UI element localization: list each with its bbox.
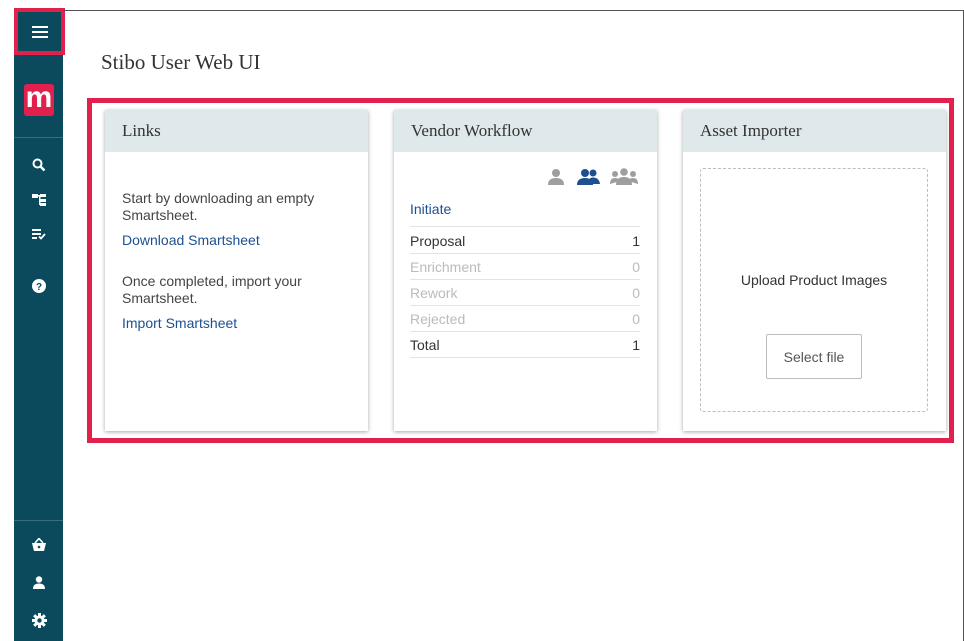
frame-border-top bbox=[63, 10, 964, 11]
asset-importer-card: Asset Importer Upload Product Images Sel… bbox=[683, 110, 946, 431]
upload-label: Upload Product Images bbox=[740, 272, 888, 288]
download-smartsheet-link[interactable]: Download Smartsheet bbox=[122, 232, 260, 248]
links-text-import: Once completed, import your Smartsheet. bbox=[122, 273, 302, 306]
user-group-icon[interactable] bbox=[576, 167, 602, 185]
workflow-row-total: Total 1 bbox=[410, 332, 640, 358]
workflow-divider bbox=[410, 226, 640, 227]
basket-icon[interactable] bbox=[28, 533, 50, 555]
workflow-row-count: 0 bbox=[632, 310, 640, 327]
workflow-row-rejected[interactable]: Rejected 0 bbox=[410, 306, 640, 332]
workflow-row-label: Enrichment bbox=[410, 258, 481, 275]
initiate-link[interactable]: Initiate bbox=[410, 201, 451, 217]
brand-logo[interactable]: m bbox=[24, 83, 54, 116]
team-icon[interactable] bbox=[610, 167, 638, 185]
workflow-row-proposal[interactable]: Proposal 1 bbox=[410, 228, 640, 254]
select-file-button[interactable]: Select file bbox=[766, 334, 862, 379]
svg-text:?: ? bbox=[36, 282, 42, 293]
workflow-row-count: 0 bbox=[632, 258, 640, 275]
user-icon[interactable] bbox=[28, 571, 50, 593]
sidebar-divider bbox=[14, 137, 63, 138]
vendor-workflow-card: Vendor Workflow Initiate Proposal 1 Enri… bbox=[394, 110, 657, 431]
workflow-row-count: 1 bbox=[632, 232, 640, 249]
workflow-row-enrichment[interactable]: Enrichment 0 bbox=[410, 254, 640, 280]
vendor-workflow-title: Vendor Workflow bbox=[394, 110, 657, 152]
hierarchy-icon[interactable] bbox=[28, 189, 50, 211]
search-icon[interactable] bbox=[28, 154, 50, 176]
upload-dropzone[interactable]: Upload Product Images Select file bbox=[700, 168, 928, 412]
settings-icon[interactable] bbox=[28, 609, 50, 631]
links-text-download: Start by downloading an empty Smartsheet… bbox=[122, 190, 315, 223]
help-icon[interactable]: ? bbox=[28, 275, 50, 297]
menu-button[interactable] bbox=[14, 8, 65, 55]
workflow-row-rework[interactable]: Rework 0 bbox=[410, 280, 640, 306]
task-list-icon[interactable] bbox=[28, 223, 50, 245]
single-user-icon[interactable] bbox=[547, 167, 565, 185]
page-title: Stibo User Web UI bbox=[101, 50, 261, 74]
workflow-row-count: 0 bbox=[632, 284, 640, 301]
sidebar-divider-bottom bbox=[14, 520, 63, 521]
workflow-row-label: Rejected bbox=[410, 310, 466, 327]
links-card-title: Links bbox=[105, 110, 368, 152]
hamburger-icon bbox=[31, 25, 48, 38]
workflow-row-label: Proposal bbox=[410, 232, 466, 249]
workflow-row-count: 1 bbox=[632, 336, 640, 353]
workflow-row-label: Total bbox=[410, 336, 440, 353]
links-card: Links Start by downloading an empty Smar… bbox=[105, 110, 368, 431]
import-smartsheet-link[interactable]: Import Smartsheet bbox=[122, 315, 237, 331]
asset-importer-title: Asset Importer bbox=[683, 110, 946, 152]
workflow-row-label: Rework bbox=[410, 284, 458, 301]
